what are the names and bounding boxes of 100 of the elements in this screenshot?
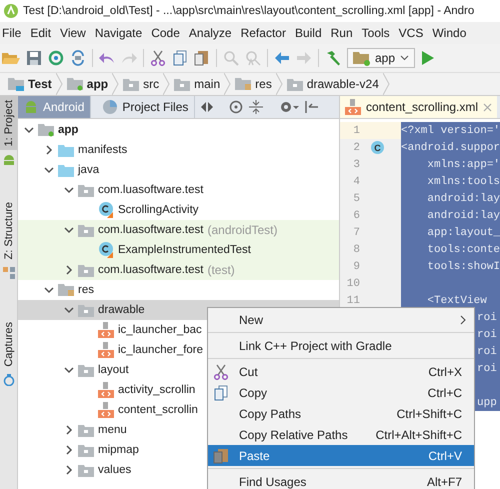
xml-file-icon	[98, 382, 114, 398]
menu-title[interactable]: File	[2, 26, 22, 40]
code-line: tools:conte	[426, 244, 500, 256]
module-folder-icon	[66, 77, 83, 91]
menu-title[interactable]: Windo	[432, 26, 466, 40]
target-icon[interactable]	[229, 100, 244, 114]
window-title: Test [D:\android_old\Test] - ...\app\src\main\res\layout\content_scrolling.xml [app] - Andro	[23, 5, 474, 17]
structure-icon	[2, 266, 14, 279]
android-studio-icon	[3, 3, 19, 19]
folder-icon	[58, 144, 74, 156]
menu-title[interactable]: View	[60, 26, 86, 40]
folder-icon	[78, 364, 94, 376]
tree-item[interactable]: menu	[98, 424, 127, 436]
tree-item[interactable]: com.luasoftware.test	[98, 184, 204, 196]
xml-file-icon	[98, 402, 114, 418]
tree-item-note: (test)	[207, 263, 235, 277]
tree-item[interactable]: mipmap	[98, 444, 139, 456]
run-configuration-dropdown[interactable]: app	[347, 48, 415, 68]
collapse-all-icon[interactable]	[249, 100, 264, 114]
menu-title[interactable]: VCS	[398, 26, 424, 40]
tree-item[interactable]: manifests	[78, 144, 128, 156]
code-line: app:layout_	[426, 226, 500, 238]
scissors-icon	[213, 364, 229, 380]
back-arrow-icon[interactable]	[274, 50, 290, 66]
camera-icon	[2, 374, 14, 386]
tool-window-tab[interactable]: 1: Project	[0, 96, 17, 150]
code-line: tools:showI	[426, 260, 500, 272]
menu-title[interactable]: Edit	[30, 26, 52, 40]
line-number: 7	[352, 226, 360, 238]
tree-item[interactable]: com.luasoftware.test	[98, 224, 204, 236]
code-line: android:lay	[426, 210, 500, 222]
paste-icon[interactable]	[194, 50, 210, 66]
line-number: 2	[352, 142, 360, 154]
menu-title[interactable]: Tools	[362, 26, 390, 40]
tree-item[interactable]: ic_launcher_fore	[118, 344, 204, 356]
class-badge: C	[371, 141, 384, 154]
code-line: android:lay	[426, 192, 500, 204]
sync-icon[interactable]	[48, 50, 64, 66]
context-menu-item[interactable]: Find Usages Alt+F7	[208, 471, 474, 489]
context-menu-item[interactable]: Link C++ Project with Gradle	[208, 335, 474, 356]
folder-icon	[78, 464, 94, 476]
folder-icon	[78, 304, 94, 316]
folder-icon	[58, 164, 74, 176]
resource-folder-icon	[58, 283, 74, 297]
tree-item[interactable]: ScrollingActivity	[118, 204, 199, 216]
breadcrumb[interactable]: res	[231, 77, 274, 91]
line-number: 6	[352, 210, 360, 222]
code-line: roi	[477, 346, 497, 358]
context-menu-item[interactable]: Paste Ctrl+V	[208, 445, 474, 466]
view-tab[interactable]: Project Files	[97, 96, 196, 118]
tree-item[interactable]: app	[58, 124, 78, 136]
line-number: 3	[352, 158, 360, 170]
tool-window-tab[interactable]: Captures	[0, 318, 17, 371]
context-menu-item[interactable]: Cut Ctrl+X	[208, 361, 474, 382]
context-menu-item[interactable]: Copy Relative Paths Ctrl+Alt+Shift+C	[208, 424, 474, 445]
tree-item[interactable]: ic_launcher_bac	[118, 324, 202, 336]
tool-window-tab[interactable]: Z: Structure	[0, 198, 17, 264]
tree-item[interactable]: layout	[98, 364, 129, 376]
context-menu-item[interactable]: Copy Paths Ctrl+Shift+C	[208, 403, 474, 424]
menu-title[interactable]: Code	[151, 26, 180, 40]
menu-title[interactable]: Navigate	[94, 26, 142, 40]
left-right-arrows-icon[interactable]	[201, 102, 214, 112]
tree-item[interactable]: drawable	[98, 304, 145, 316]
context-menu-item[interactable]: New	[208, 309, 474, 330]
save-icon[interactable]	[26, 50, 42, 66]
breadcrumb[interactable]: app	[62, 77, 110, 91]
folder-icon	[78, 184, 94, 196]
tree-item[interactable]: activity_scrollin	[118, 384, 196, 396]
code-line: <?xml version='	[401, 124, 500, 136]
copy-icon[interactable]	[172, 50, 188, 66]
module-icon	[353, 50, 371, 66]
tree-item[interactable]: java	[78, 164, 100, 176]
breadcrumb[interactable]: src	[119, 77, 162, 91]
hammer-icon[interactable]	[325, 50, 341, 66]
hide-panel-icon[interactable]	[305, 100, 320, 114]
xml-file-icon	[345, 99, 361, 115]
tree-item[interactable]: values	[98, 464, 132, 476]
code-line: roi	[477, 362, 497, 374]
tree-item[interactable]: content_scrollin	[118, 404, 198, 416]
tree-item[interactable]: com.luasoftware.test	[98, 264, 204, 276]
editor-tab[interactable]: content_scrolling.xml	[340, 96, 498, 118]
refresh-icon[interactable]	[70, 50, 86, 66]
context-menu-item[interactable]: Copy Ctrl+C	[208, 382, 474, 403]
breadcrumb[interactable]: drawable-v24	[282, 77, 381, 91]
menu-title[interactable]: Refactor	[240, 26, 286, 40]
menu-title[interactable]: Run	[330, 26, 353, 40]
folder-icon	[78, 264, 94, 276]
module-folder-icon	[38, 123, 54, 137]
run-icon[interactable]	[421, 50, 435, 66]
menu-title[interactable]: Analyze	[188, 26, 232, 40]
cut-icon[interactable]	[150, 50, 166, 66]
breadcrumb[interactable]: main	[170, 77, 222, 91]
tree-item[interactable]: res	[78, 284, 94, 296]
folder-icon	[78, 224, 94, 236]
settings-icon[interactable]	[279, 100, 300, 114]
breadcrumb[interactable]: Test	[4, 77, 54, 91]
code-line: upp	[477, 396, 497, 408]
line-number: 9	[352, 260, 360, 272]
line-number: 5	[352, 192, 360, 204]
menu-title[interactable]: Build	[294, 26, 322, 40]
